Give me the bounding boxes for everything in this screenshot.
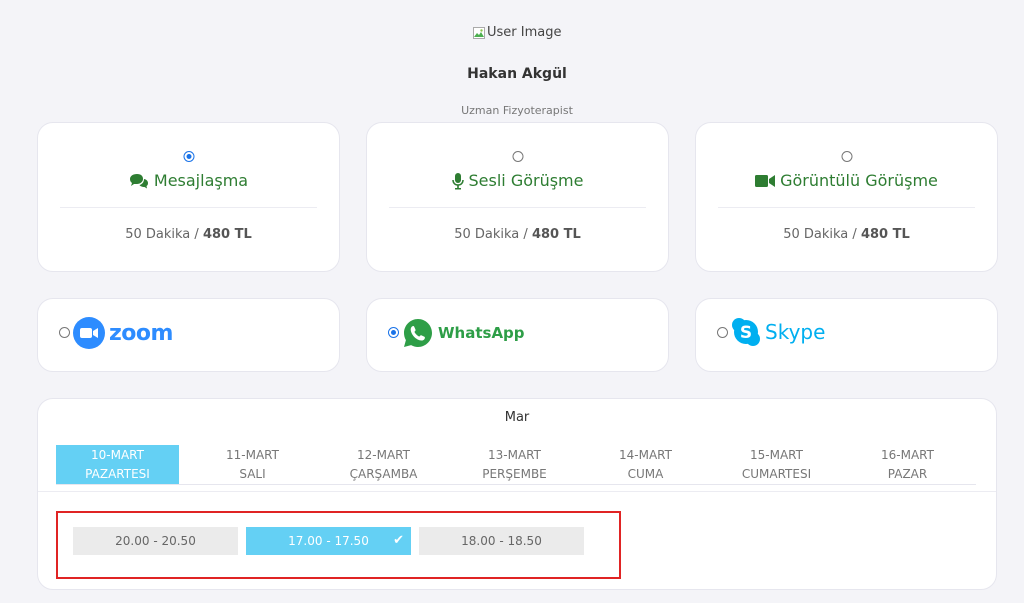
user-name: Hakan Akgül xyxy=(467,66,567,82)
service-price: 50 Dakika / 480 TL xyxy=(125,227,252,242)
time-slot[interactable]: 20.00 - 20.50 xyxy=(73,527,238,555)
app-label: zoom xyxy=(109,320,173,346)
divider xyxy=(60,207,317,208)
service-card-voice-call[interactable]: Sesli Görüşme 50 Dakika / 480 TL xyxy=(366,122,669,272)
day-tab[interactable]: 10-MART PAZARTESI xyxy=(56,445,179,484)
service-card-video-call[interactable]: Görüntülü Görüşme 50 Dakika / 480 TL xyxy=(695,122,998,272)
checkmark-icon: ✔ xyxy=(393,533,404,548)
chat-icon xyxy=(129,173,148,188)
day-tab[interactable]: 15-MART CUMARTESI xyxy=(711,445,842,484)
microphone-icon xyxy=(451,172,464,189)
user-title: Uzman Fizyoterapist xyxy=(461,104,573,117)
broken-image-icon xyxy=(473,26,485,39)
app-card-zoom[interactable]: zoom xyxy=(37,298,340,372)
day-tab[interactable]: 11-MART SALI xyxy=(187,445,318,484)
service-radio-video-call[interactable] xyxy=(841,151,852,162)
divider xyxy=(389,207,646,208)
day-tab[interactable]: 12-MART ÇARŞAMBA xyxy=(318,445,449,484)
video-camera-icon xyxy=(755,174,776,187)
app-card-skype[interactable]: S Skype xyxy=(695,298,998,372)
user-image-alt-text: User Image xyxy=(487,25,562,40)
calendar-day-tabs: 10-MART PAZARTESI 11-MART SALI 12-MART ÇARŞ… xyxy=(56,445,976,485)
service-price: 50 Dakika / 480 TL xyxy=(454,227,581,242)
service-label: Görüntülü Görüşme xyxy=(780,171,938,190)
app-radio-zoom[interactable] xyxy=(59,327,70,338)
time-slot[interactable]: 18.00 - 18.50 xyxy=(419,527,584,555)
day-tab[interactable]: 14-MART CUMA xyxy=(580,445,711,484)
skype-logo-icon: S xyxy=(732,318,760,346)
svg-text:S: S xyxy=(740,323,752,343)
time-slot-selected[interactable]: 17.00 - 17.50 ✔ xyxy=(246,527,411,555)
app-label: WhatsApp xyxy=(438,324,525,342)
whatsapp-logo-icon xyxy=(404,319,432,347)
app-radio-whatsapp[interactable] xyxy=(388,327,399,338)
user-image: User Image xyxy=(473,25,561,40)
zoom-logo-icon xyxy=(73,317,105,349)
divider xyxy=(38,491,996,492)
service-radio-messaging[interactable] xyxy=(183,151,194,162)
service-card-messaging[interactable]: Mesajlaşma 50 Dakika / 480 TL xyxy=(37,122,340,272)
divider xyxy=(718,207,975,208)
app-label: Skype xyxy=(765,320,826,344)
day-tab[interactable]: 16-MART PAZAR xyxy=(842,445,973,484)
service-label: Sesli Görüşme xyxy=(468,171,584,190)
calendar-month: Mar xyxy=(504,410,530,425)
app-radio-skype[interactable] xyxy=(717,327,728,338)
appointment-calendar: Mar 10-MART PAZARTESI 11-MART SALI 12-MART… xyxy=(37,398,997,590)
service-label: Mesajlaşma xyxy=(153,171,249,190)
service-radio-voice-call[interactable] xyxy=(512,151,523,162)
service-price: 50 Dakika / 480 TL xyxy=(783,227,910,242)
app-card-whatsapp[interactable]: WhatsApp xyxy=(366,298,669,372)
day-tab[interactable]: 13-MART PERŞEMBE xyxy=(449,445,580,484)
